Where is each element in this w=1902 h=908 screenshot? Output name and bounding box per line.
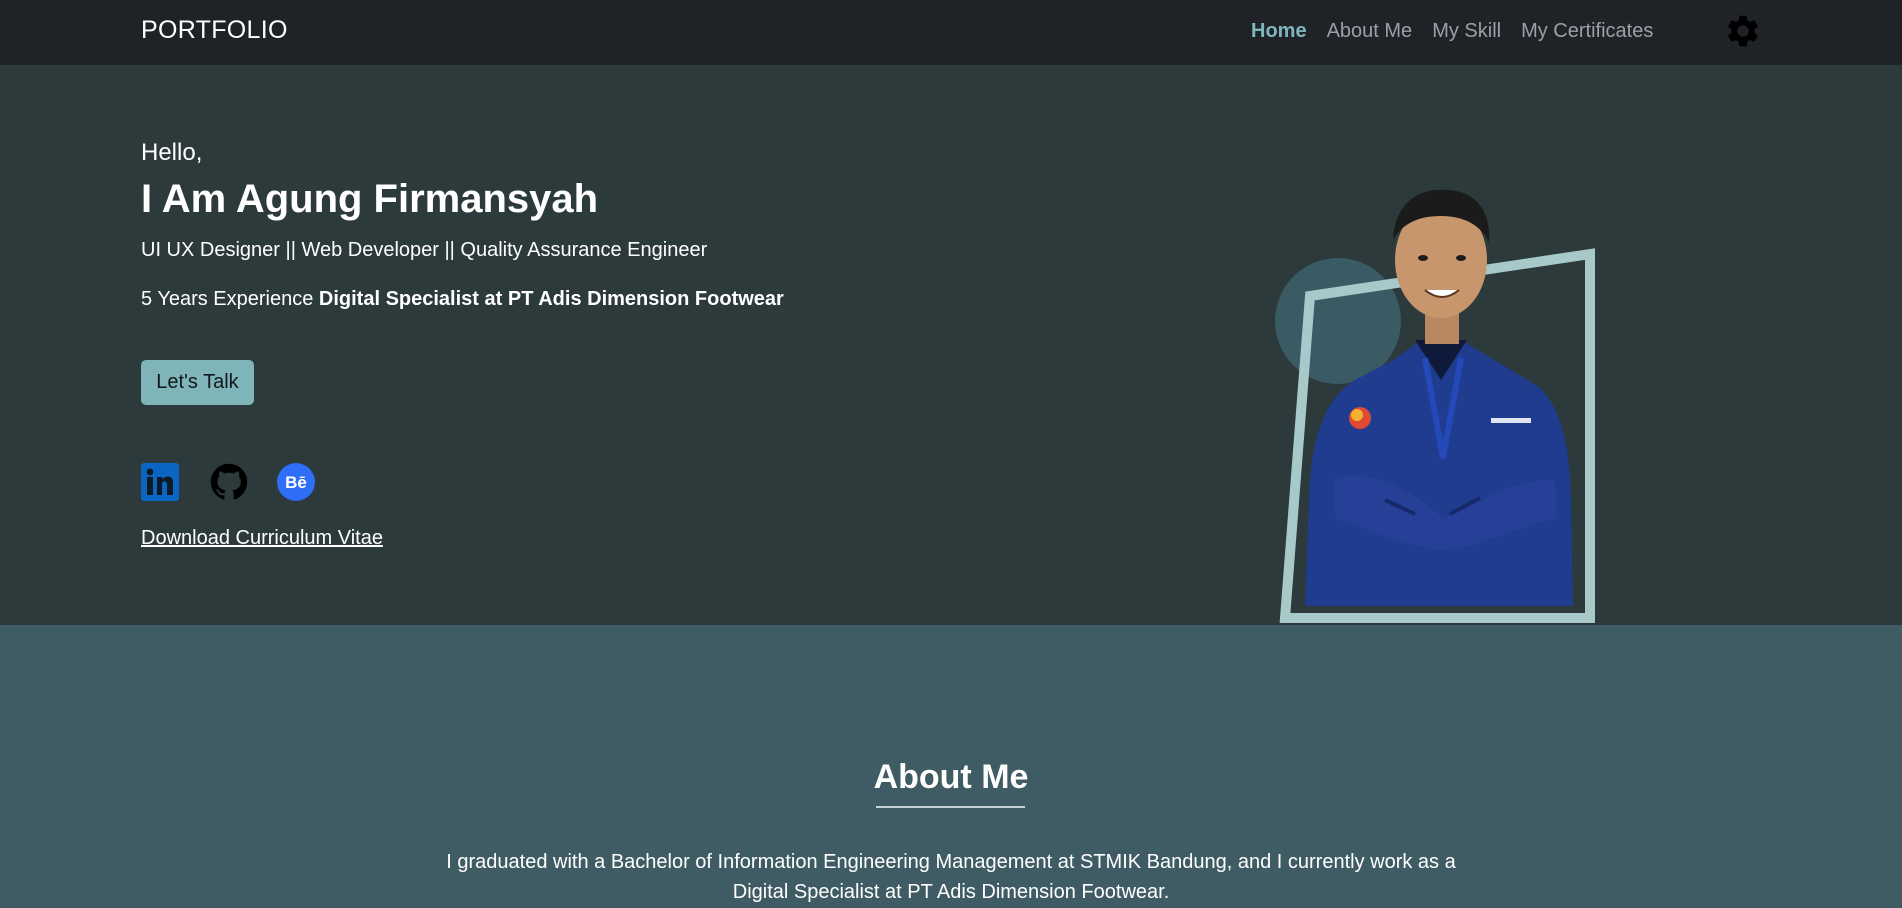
nav-link-home[interactable]: Home (1251, 20, 1307, 43)
gear-icon[interactable] (1724, 12, 1762, 50)
about-title: About Me (873, 758, 1029, 796)
nav-links: Home About Me My Skill My Certificates (1251, 20, 1673, 43)
about-text: I graduated with a Bachelor of Informati… (446, 851, 1456, 903)
download-cv-link[interactable]: Download Curriculum Vitae (141, 527, 383, 550)
svg-text:Bē: Bē (285, 473, 307, 492)
behance-icon[interactable]: Bē (277, 463, 315, 501)
about-title-underline (876, 806, 1025, 808)
hero-experience: 5 Years Experience Digital Specialist at… (141, 288, 784, 311)
nav-link-about-me[interactable]: About Me (1327, 20, 1413, 43)
profile-photo (1275, 189, 1595, 623)
github-icon[interactable] (210, 463, 248, 501)
linkedin-icon[interactable] (141, 463, 179, 501)
experience-prefix: 5 Years Experience (141, 288, 319, 310)
nav-link-my-skill[interactable]: My Skill (1432, 20, 1501, 43)
hero-name: I Am Agung Firmansyah (141, 177, 599, 221)
brand-logo[interactable]: PORTFOLIO (141, 16, 288, 45)
experience-bold: Digital Specialist at PT Adis Dimension … (318, 288, 784, 310)
hero-section: Hello, I Am Agung Firmansyah UI UX Desig… (0, 65, 1902, 625)
nav-link-my-certificates[interactable]: My Certificates (1521, 20, 1653, 43)
hero-roles: UI UX Designer || Web Developer || Quali… (141, 239, 708, 261)
lets-talk-button[interactable]: Let's Talk (141, 360, 254, 405)
hero-greeting: Hello, (141, 139, 203, 166)
navbar: PORTFOLIO Home About Me My Skill My Cert… (0, 0, 1902, 65)
